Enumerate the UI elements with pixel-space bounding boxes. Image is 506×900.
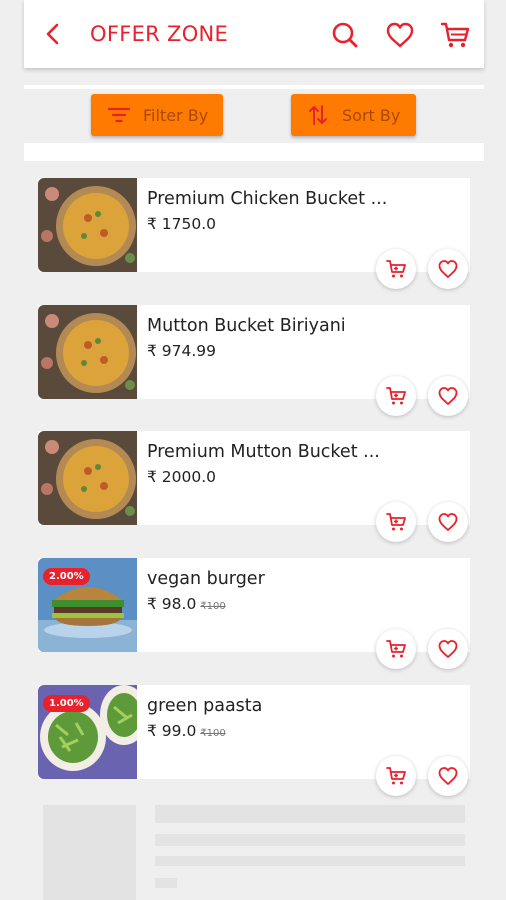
product-price: ₹ 98.0 bbox=[147, 595, 197, 613]
product-card[interactable]: 2.00% vegan burger ₹ 98.0 ₹100 bbox=[38, 558, 470, 669]
product-card[interactable]: Mutton Bucket Biriyani ₹ 974.99 bbox=[38, 305, 470, 416]
add-to-wishlist-button[interactable] bbox=[428, 502, 468, 542]
skeleton-line bbox=[155, 834, 465, 846]
product-price-row: ₹ 98.0 ₹100 bbox=[147, 595, 226, 613]
original-price: ₹100 bbox=[200, 601, 226, 612]
sort-icon bbox=[309, 105, 327, 125]
toolbar-divider-top bbox=[24, 85, 484, 89]
product-price-row: ₹ 974.99 bbox=[147, 342, 216, 360]
skeleton-line bbox=[155, 878, 177, 888]
product-price: ₹ 1750.0 bbox=[147, 215, 217, 233]
product-price: ₹ 2000.0 bbox=[147, 468, 217, 486]
add-to-cart-button[interactable] bbox=[376, 249, 416, 289]
filter-icon bbox=[108, 107, 130, 123]
product-image[interactable] bbox=[38, 431, 137, 525]
add-to-wishlist-button[interactable] bbox=[428, 376, 468, 416]
product-name[interactable]: Premium Mutton Bucket ... bbox=[147, 442, 380, 462]
sort-button[interactable]: Sort By bbox=[291, 94, 416, 136]
product-name[interactable]: green paasta bbox=[147, 696, 262, 716]
add-to-cart-button[interactable] bbox=[376, 629, 416, 669]
page-title: OFFER ZONE bbox=[90, 22, 229, 46]
skeleton-line bbox=[155, 805, 465, 823]
toolbar-divider-bottom bbox=[24, 143, 484, 161]
discount-badge: 1.00% bbox=[43, 695, 90, 712]
product-price: ₹ 99.0 bbox=[147, 722, 197, 740]
product-price-row: ₹ 99.0 ₹100 bbox=[147, 722, 226, 740]
filter-label: Filter By bbox=[143, 106, 209, 125]
product-image[interactable] bbox=[38, 305, 137, 399]
product-image[interactable] bbox=[38, 178, 137, 272]
add-to-wishlist-button[interactable] bbox=[428, 756, 468, 796]
product-card[interactable]: Premium Chicken Bucket ... ₹ 1750.0 bbox=[38, 178, 470, 289]
cart-icon[interactable] bbox=[440, 20, 470, 50]
filter-button[interactable]: Filter By bbox=[91, 94, 223, 136]
skeleton-line bbox=[155, 856, 465, 866]
skeleton-thumb bbox=[43, 805, 136, 900]
discount-badge: 2.00% bbox=[43, 568, 90, 585]
product-name[interactable]: Mutton Bucket Biriyani bbox=[147, 316, 346, 336]
search-icon[interactable] bbox=[330, 20, 360, 50]
product-name[interactable]: Premium Chicken Bucket ... bbox=[147, 189, 387, 209]
add-to-cart-button[interactable] bbox=[376, 756, 416, 796]
product-name[interactable]: vegan burger bbox=[147, 569, 265, 589]
wishlist-heart-icon[interactable] bbox=[385, 20, 415, 50]
add-to-cart-button[interactable] bbox=[376, 376, 416, 416]
add-to-wishlist-button[interactable] bbox=[428, 629, 468, 669]
product-card[interactable]: Premium Mutton Bucket ... ₹ 2000.0 bbox=[38, 431, 470, 542]
product-price-row: ₹ 2000.0 bbox=[147, 468, 216, 486]
product-price: ₹ 974.99 bbox=[147, 342, 217, 360]
original-price: ₹100 bbox=[200, 728, 226, 739]
back-arrow-icon[interactable] bbox=[42, 22, 66, 46]
product-card[interactable]: 1.00% green paasta ₹ 99.0 ₹100 bbox=[38, 685, 470, 796]
add-to-cart-button[interactable] bbox=[376, 502, 416, 542]
sort-label: Sort By bbox=[342, 106, 401, 125]
add-to-wishlist-button[interactable] bbox=[428, 249, 468, 289]
product-price-row: ₹ 1750.0 bbox=[147, 215, 216, 233]
app-header: OFFER ZONE bbox=[24, 0, 484, 68]
